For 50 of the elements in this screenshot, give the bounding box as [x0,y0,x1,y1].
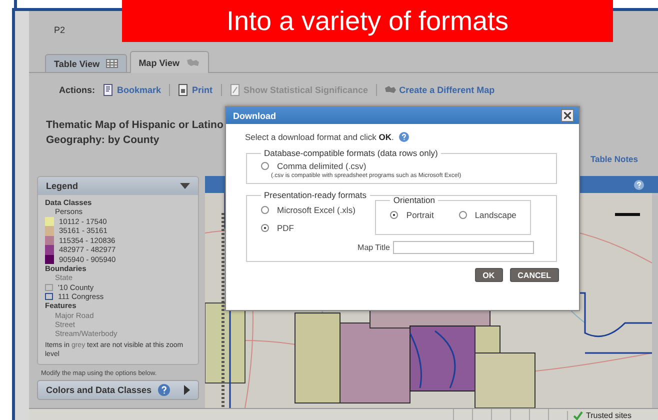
radio-button[interactable] [261,224,269,232]
page-label: P2 [54,25,66,35]
expand-arrow-icon [184,385,190,396]
county-boundary-icon [45,284,53,291]
help-icon[interactable] [398,132,409,142]
ok-button[interactable]: OK [474,268,503,282]
dialog-title: Download [233,110,276,120]
option-label: Comma delimited (.csv) [277,160,366,170]
option-label: PDF [277,222,294,232]
option-label: Microsoft Excel (.xls) [277,204,356,214]
bookmark-icon [103,84,114,96]
option-label: Portrait [406,210,434,220]
table-notes-link[interactable]: Table Notes [590,154,638,164]
dialog-instruction: Select a download format and click OK. [245,132,394,142]
actions-label: Actions: [59,85,95,95]
cancel-button[interactable]: CANCEL [510,268,559,282]
action-link[interactable]: Print [178,84,213,96]
radio-button[interactable] [390,210,398,218]
option-label: Landscape [474,210,516,220]
map-title-field[interactable] [393,241,534,254]
map-icon [385,84,396,96]
document-icon [230,84,241,96]
printer-icon [178,84,190,96]
group-label: Presentation-ready formats [263,190,368,200]
dropdown-caret-icon[interactable] [180,183,190,189]
close-button[interactable] [561,109,574,122]
radio-button[interactable] [261,162,269,170]
help-icon[interactable] [634,180,644,190]
radio-button[interactable] [458,210,467,218]
map-title: Thematic Map of Hispanic or Latino [46,118,224,133]
action-link[interactable]: Create a Different Map [385,84,495,96]
legend-title: Legend [46,181,78,191]
tab[interactable]: Table View [45,54,127,72]
map-icon [186,58,200,67]
help-icon [158,384,170,396]
legend-header[interactable]: Legend [38,177,198,195]
close-icon [564,112,571,119]
security-zone-label: Trusted sites [586,410,632,420]
radio-button[interactable] [261,206,269,214]
action-link[interactable]: Bookmark [103,84,162,96]
map-subtitle: Geography: by County [46,133,160,148]
congress-boundary-icon [45,293,53,300]
colors-panel-header[interactable]: Colors and Data Classes [37,380,199,400]
group-label: Database-compatible formats (data rows only) [263,148,439,158]
check-icon [573,410,583,420]
tab[interactable]: Map View [130,51,209,73]
group-label: Orientation [392,195,436,205]
table-icon [106,59,118,68]
field-label: Map Title [358,243,390,252]
slide-title-banner: Into a variety of formats [122,0,613,42]
